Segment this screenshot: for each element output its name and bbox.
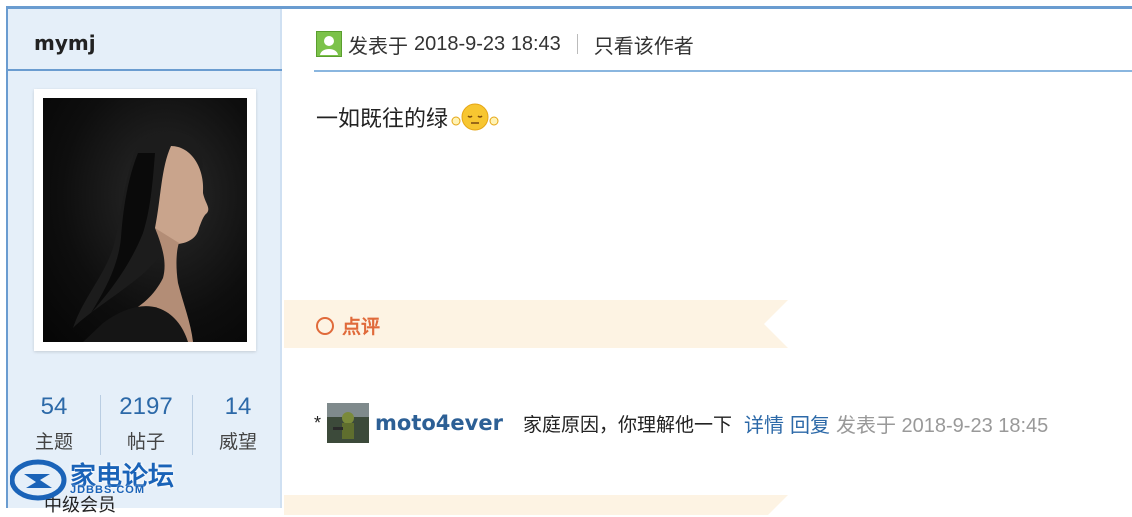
only-author-link[interactable]: 只看该作者 <box>594 30 694 59</box>
post-header-separator <box>314 70 1132 72</box>
stat-prestige-value[interactable]: 14 <box>192 389 284 425</box>
author-stats: 54 主题 2197 帖子 14 威望 <box>8 389 282 459</box>
commenter-username[interactable]: moto4ever <box>375 411 503 435</box>
header-separator <box>576 34 578 54</box>
sweat-smiley-icon <box>451 103 499 131</box>
comment-section-title: 点评 <box>316 312 380 339</box>
site-watermark-logo: 家电论坛 JDBBS.COM <box>10 450 190 506</box>
post-content-text: 一如既往的绿 <box>316 106 449 131</box>
avatar-portrait <box>73 130 209 342</box>
stat-threads-value[interactable]: 54 <box>8 389 100 425</box>
author-avatar-frame[interactable] <box>34 89 256 351</box>
user-online-icon <box>316 31 342 57</box>
stat-posts-value[interactable]: 2197 <box>100 389 192 425</box>
commenter-avatar[interactable] <box>327 403 370 443</box>
stat-threads[interactable]: 54 主题 <box>8 389 100 454</box>
comment-detail-link[interactable]: 详情 <box>744 409 784 438</box>
comment-bullet: * <box>314 412 322 433</box>
comment-time: 发表于 2018-9-23 18:45 <box>835 414 1049 437</box>
post-body: 一如既往的绿 <box>316 99 500 135</box>
comment-reply-link[interactable]: 回复 <box>790 409 830 438</box>
post-time-prefix: 发表于 <box>348 35 408 58</box>
comment-circle-icon <box>316 316 334 335</box>
stat-prestige[interactable]: 14 威望 <box>192 389 284 454</box>
author-username[interactable]: mymj <box>34 31 96 55</box>
post-time: 2018-9-23 18:43 <box>414 32 561 55</box>
site-logo-domain: JDBBS.COM <box>70 484 146 496</box>
next-comment-banner <box>284 495 788 515</box>
comment-item: * moto4ever 家庭原因，你理解他一下 详情 回复 发表于 2018-9… <box>314 403 1048 443</box>
page-top <box>0 0 1132 4</box>
comment-title-text: 点评 <box>342 317 381 338</box>
site-logo-icon <box>10 459 67 501</box>
stat-posts[interactable]: 2197 帖子 <box>100 389 192 454</box>
sidebar-separator <box>8 69 282 71</box>
post-main: 发表于 2018-9-23 18:43 只看该作者 一如既往的绿 点评 * mo… <box>284 9 1132 515</box>
avatar[interactable] <box>43 98 247 342</box>
post-header: 发表于 2018-9-23 18:43 只看该作者 <box>316 27 694 61</box>
stat-prestige-label: 威望 <box>218 432 257 453</box>
comment-text: 家庭原因，你理解他一下 <box>522 414 732 436</box>
author-sidebar: mymj 54 主题 2197 帖子 14 威望 中级会员 <box>6 9 282 515</box>
